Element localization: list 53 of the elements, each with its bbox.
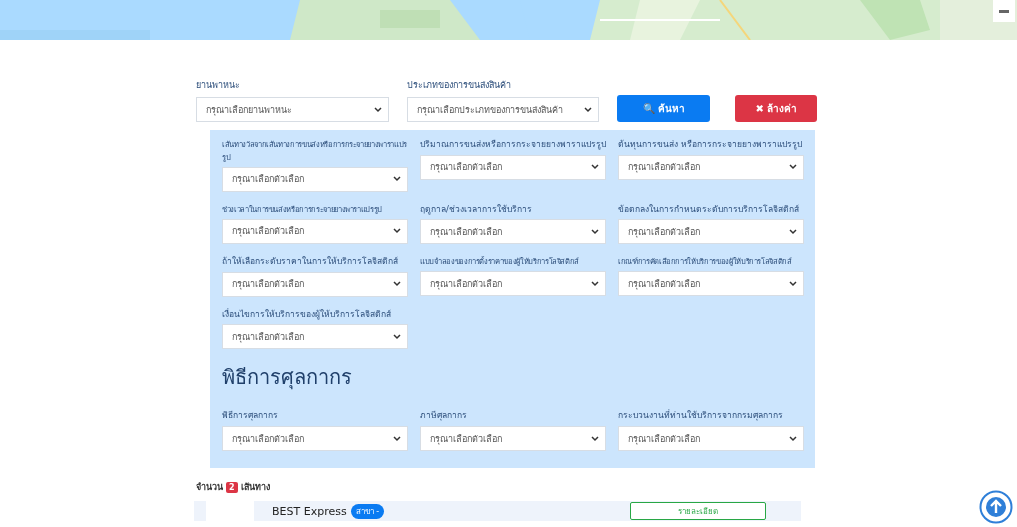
chevron-down-icon	[591, 435, 599, 442]
chevron-down-icon	[393, 435, 401, 442]
chevron-down-icon	[393, 281, 401, 288]
field-label: ต้นทุนการขนส่ง หรือการกระจายยางพาราแปรรูป	[618, 138, 803, 152]
field-label: ปริมาณการขนส่งหรือการกระจายยางพาราแปรรูป	[420, 138, 606, 152]
chevron-down-icon	[789, 228, 797, 235]
chevron-down-icon	[393, 228, 401, 235]
select-field[interactable]: กรุณาเลือกตัวเลือก	[618, 426, 804, 452]
field-label: พิธีการศุลกากร	[222, 409, 279, 423]
minus-icon	[999, 9, 1009, 13]
select-field[interactable]: กรุณาเลือกตัวเลือก	[618, 271, 804, 297]
arrow-up-icon	[979, 490, 1013, 524]
company-name: BEST Express	[272, 504, 347, 518]
select-field[interactable]: กรุณาเลือกตัวเลือก	[420, 271, 606, 297]
field-label: ภาษีศุลกากร	[420, 409, 468, 423]
chevron-down-icon	[393, 333, 401, 340]
chevron-down-icon	[393, 176, 401, 183]
search-button[interactable]: 🔍 ค้นหา	[617, 95, 711, 123]
chevron-down-icon	[591, 164, 599, 171]
field-label: ยานพาหนะ	[196, 79, 241, 92]
select-field[interactable]: กรุณาเลือกตัวเลือก	[618, 155, 804, 180]
count-label: เส้นทาง	[240, 481, 270, 495]
select-field[interactable]: กรุณาเลือกตัวเลือก	[222, 324, 408, 350]
select-field[interactable]: กรุณาเลือกยานพาหนะ	[196, 97, 389, 123]
chevron-down-icon	[789, 435, 797, 442]
select-field[interactable]: กรุณาเลือกตัวเลือก	[222, 166, 408, 192]
select-field[interactable]: กรุณาเลือกตัวเลือก	[420, 219, 606, 245]
select-field[interactable]: กรุณาเลือกตัวเลือก	[222, 218, 408, 244]
select-field[interactable]: กรุณาเลือกตัวเลือก	[222, 271, 408, 297]
chevron-down-icon	[591, 280, 599, 287]
clear-button[interactable]: ✖ ล้างค่า	[735, 95, 817, 123]
select-field[interactable]: กรุณาเลือกตัวเลือก	[420, 426, 606, 452]
count-badge: 2	[226, 481, 238, 493]
chevron-down-icon	[373, 106, 382, 113]
field-label: เงื่อนไขการให้บริการของผู้ให้บริการโลจิสติกส์	[222, 307, 392, 322]
zoom-out-button[interactable]	[993, 0, 1015, 22]
chevron-down-icon	[789, 280, 797, 287]
chevron-down-icon	[584, 106, 593, 113]
select-field[interactable]: กรุณาเลือกตัวเลือก	[420, 155, 606, 180]
field-label: กระบวนงานที่ท่านใช้บริการจากกรมศุลกากร	[618, 409, 784, 423]
select-field[interactable]: กรุณาเลือกประเภทของการขนส่งสินค้า	[406, 97, 600, 123]
select-field[interactable]: กรุณาเลือกตัวเลือก	[222, 426, 408, 452]
field-label: ฤดูกาล/ช่วงเวลาการใช้บริการ	[420, 202, 533, 217]
branch-badge: สาขา -	[350, 503, 385, 519]
count-label: จำนวน	[196, 481, 223, 495]
scroll-top-button[interactable]	[979, 490, 1013, 524]
field-label: ข้อตกลงในการกำหนดระดับการบริการโลจิสติกส์	[618, 202, 800, 216]
field-label: ประเภทของการขนส่งสินค้า	[406, 79, 512, 92]
chevron-down-icon	[789, 164, 797, 171]
chevron-down-icon	[591, 228, 599, 235]
select-field[interactable]: กรุณาเลือกตัวเลือก	[618, 219, 804, 245]
section-heading: พิธีการศุลกากร	[222, 364, 353, 392]
field-label: ถ้าให้เลือกระดับราคาในการให้บริการโลจิสติกส์	[222, 255, 399, 269]
